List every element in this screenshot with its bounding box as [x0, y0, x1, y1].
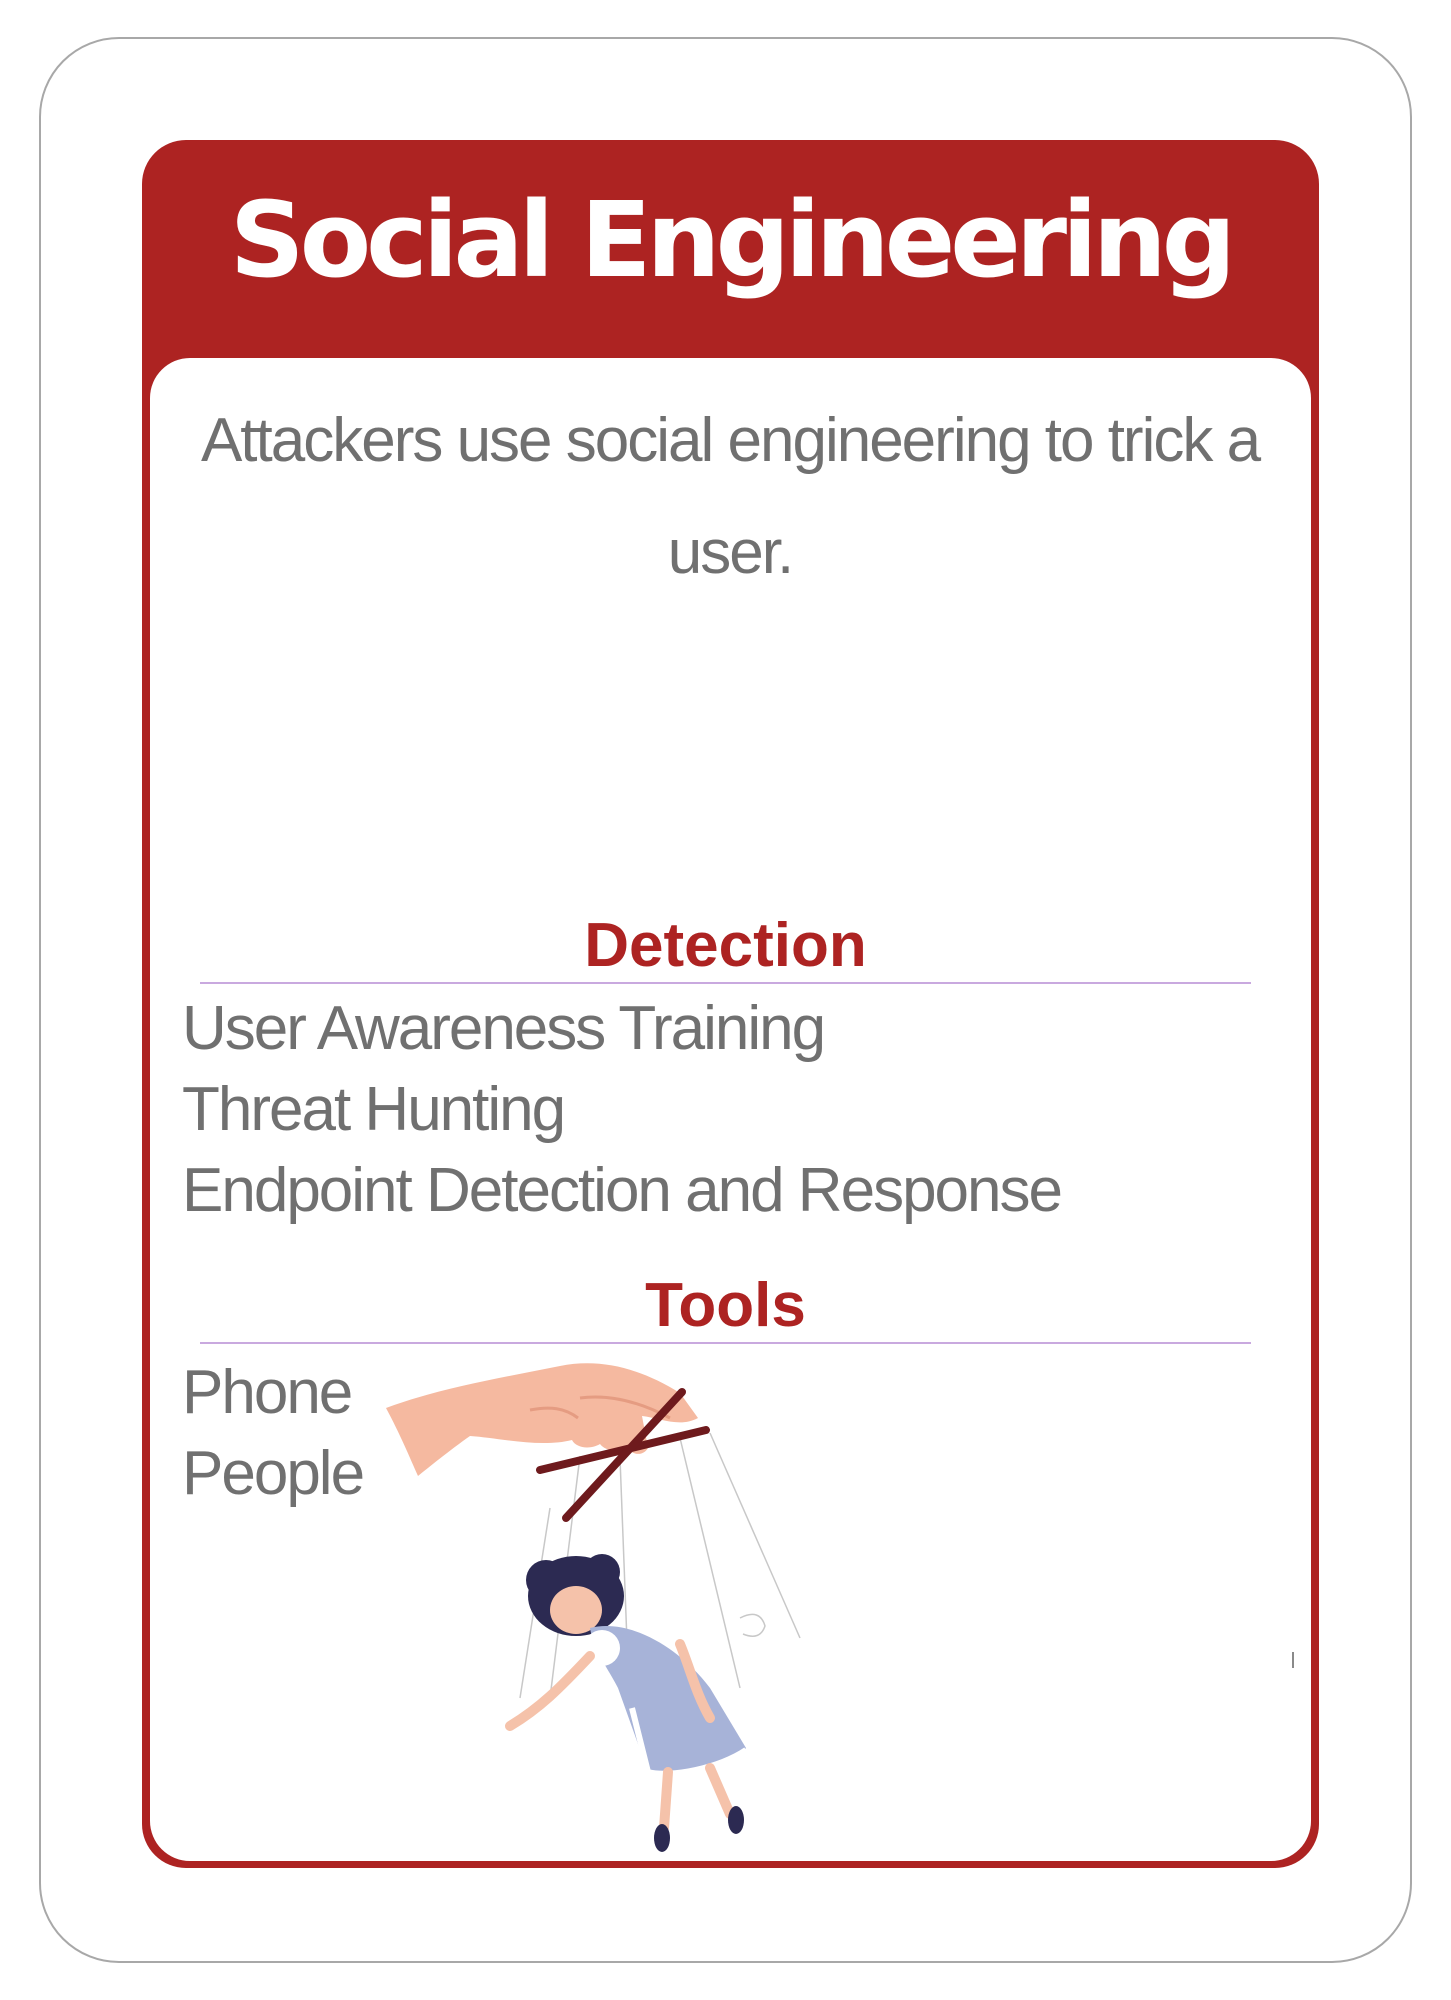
tools-divider	[200, 1342, 1251, 1344]
detection-item: Endpoint Detection and Response	[182, 1156, 1063, 1225]
detection-item: User Awareness Training	[182, 994, 826, 1063]
puppeteer-hand-marionette-icon	[386, 1363, 801, 1852]
tools-heading: Tools	[645, 1271, 806, 1340]
tools-item: People	[182, 1439, 365, 1508]
detection-list: User Awareness Training Threat Hunting E…	[182, 988, 1063, 1231]
card-description: Attackers use social engineering to tric…	[200, 406, 1261, 587]
edge-tick	[1292, 1652, 1294, 1668]
card-title: Social Engineering	[229, 179, 1236, 301]
puppet-girl-icon	[505, 1554, 748, 1852]
detection-divider	[200, 982, 1251, 984]
tools-item: Phone	[182, 1358, 353, 1427]
tools-list: Phone People	[182, 1352, 365, 1514]
detection-item: Threat Hunting	[182, 1075, 566, 1144]
detection-heading: Detection	[584, 911, 867, 980]
